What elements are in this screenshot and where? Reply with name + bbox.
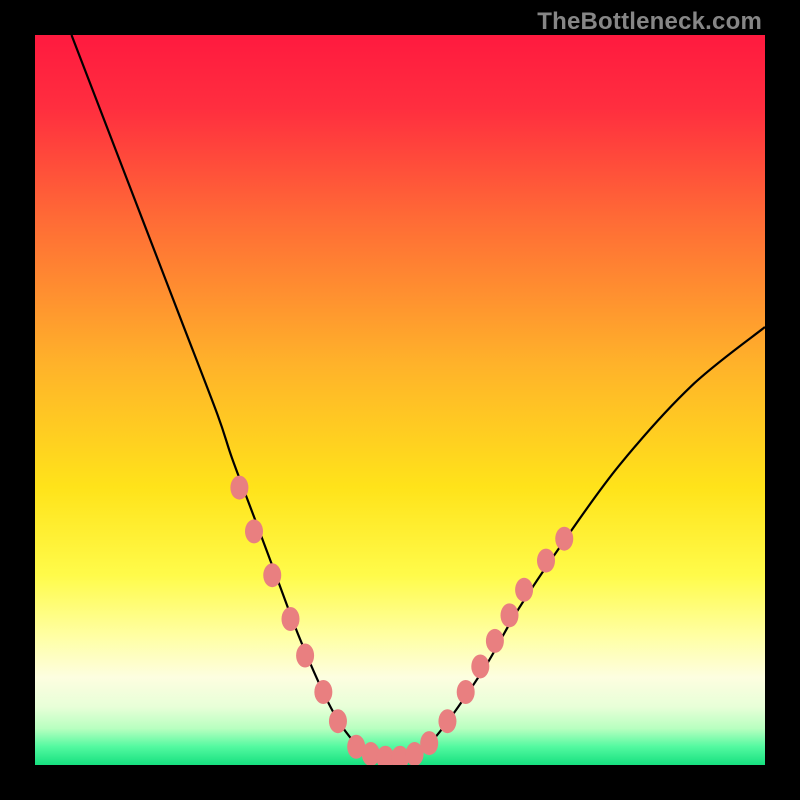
plot-area: [35, 35, 765, 765]
curve-marker: [471, 654, 489, 678]
curve-marker: [420, 731, 438, 755]
curve-marker: [515, 578, 533, 602]
chart-frame: [35, 35, 765, 765]
watermark-text: TheBottleneck.com: [537, 8, 762, 36]
curve-marker: [438, 709, 456, 733]
curve-marker: [537, 549, 555, 573]
curve-marker: [486, 629, 504, 653]
curve-marker: [501, 603, 519, 627]
curve-marker: [329, 709, 347, 733]
curve-markers: [230, 476, 573, 765]
curve-marker: [245, 519, 263, 543]
curve-marker: [230, 476, 248, 500]
curve-marker: [314, 680, 332, 704]
curve-marker: [457, 680, 475, 704]
bottleneck-curve: [72, 35, 766, 758]
curve-marker: [263, 563, 281, 587]
curve-marker: [282, 607, 300, 631]
curve-marker: [555, 527, 573, 551]
curve-layer: [35, 35, 765, 765]
curve-marker: [296, 644, 314, 668]
